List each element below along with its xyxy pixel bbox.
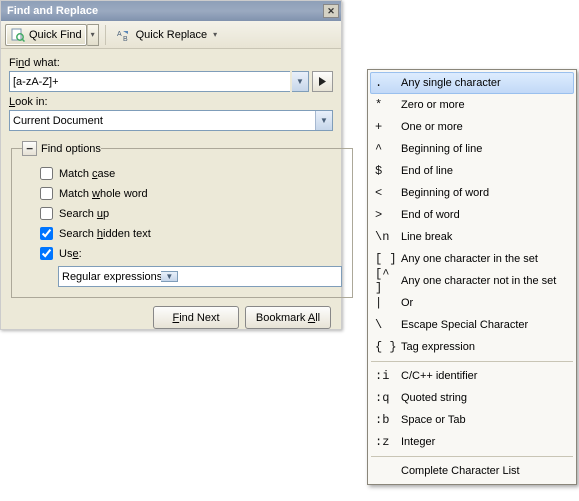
toolbar-separator bbox=[105, 25, 106, 45]
quick-find-label: Quick Find bbox=[29, 29, 82, 41]
use-checkbox[interactable] bbox=[40, 247, 53, 260]
menu-symbol: :q bbox=[375, 391, 401, 405]
quick-find-button[interactable]: Quick Find bbox=[5, 24, 87, 46]
menu-symbol: :i bbox=[375, 369, 401, 383]
bookmark-all-button[interactable]: Bookmark All bbox=[245, 306, 331, 329]
dialog-toolbar: Quick Find ▾ A B Quick Replace ▾ bbox=[1, 21, 341, 49]
look-in-value: Current Document bbox=[13, 115, 103, 127]
menu-item[interactable]: .Any single character bbox=[370, 72, 574, 94]
menu-item[interactable]: $End of line bbox=[370, 160, 574, 182]
menu-symbol: [ ] bbox=[375, 252, 401, 266]
menu-label: Beginning of word bbox=[401, 187, 489, 199]
close-button[interactable]: ✕ bbox=[323, 4, 339, 18]
look-in-label: Look in: bbox=[9, 96, 333, 108]
menu-item[interactable]: :iC/C++ identifier bbox=[370, 365, 574, 387]
menu-symbol: > bbox=[375, 208, 401, 222]
menu-label: Space or Tab bbox=[401, 414, 466, 426]
menu-item[interactable]: \nLine break bbox=[370, 226, 574, 248]
collapse-options-button[interactable]: − bbox=[22, 141, 37, 156]
menu-label: Line break bbox=[401, 231, 452, 243]
match-whole-word-option[interactable]: Match whole word bbox=[40, 185, 342, 202]
search-up-checkbox[interactable] bbox=[40, 207, 53, 220]
menu-label: Any single character bbox=[401, 77, 501, 89]
menu-item[interactable]: :bSpace or Tab bbox=[370, 409, 574, 431]
quick-replace-label: Quick Replace bbox=[136, 29, 208, 41]
menu-item[interactable]: >End of word bbox=[370, 204, 574, 226]
regex-builder-button[interactable] bbox=[312, 71, 333, 92]
chevron-down-icon: ▼ bbox=[161, 271, 178, 282]
menu-label: Beginning of line bbox=[401, 143, 482, 155]
menu-symbol: < bbox=[375, 186, 401, 200]
find-next-button[interactable]: Find Next bbox=[153, 306, 239, 329]
use-mode-select[interactable]: Regular expressions ▼ bbox=[58, 266, 342, 287]
menu-symbol: :b bbox=[375, 413, 401, 427]
menu-item[interactable]: <Beginning of word bbox=[370, 182, 574, 204]
find-what-input[interactable] bbox=[9, 71, 290, 92]
find-replace-dialog: Find and Replace ✕ Quick Find ▾ A B bbox=[0, 0, 342, 330]
menu-item[interactable]: ^Beginning of line bbox=[370, 138, 574, 160]
replace-icon: A B bbox=[117, 27, 133, 43]
menu-label: Or bbox=[401, 297, 413, 309]
menu-symbol: $ bbox=[375, 164, 401, 178]
match-case-checkbox[interactable] bbox=[40, 167, 53, 180]
menu-symbol: \n bbox=[375, 230, 401, 244]
search-up-option[interactable]: Search up bbox=[40, 205, 342, 222]
menu-item[interactable]: |Or bbox=[370, 292, 574, 314]
menu-label: One or more bbox=[401, 121, 463, 133]
quick-find-dropdown[interactable]: ▾ bbox=[87, 24, 99, 46]
menu-label: Zero or more bbox=[401, 99, 465, 111]
menu-item[interactable]: \Escape Special Character bbox=[370, 314, 574, 336]
menu-symbol: . bbox=[375, 76, 401, 90]
menu-item-complete-list[interactable]: Complete Character List bbox=[370, 460, 574, 482]
chevron-down-icon: ▼ bbox=[315, 111, 332, 130]
match-case-option[interactable]: Match case bbox=[40, 165, 342, 182]
menu-symbol: | bbox=[375, 296, 401, 310]
menu-item[interactable]: :zInteger bbox=[370, 431, 574, 453]
search-hidden-checkbox[interactable] bbox=[40, 227, 53, 240]
menu-item[interactable]: [^ ]Any one character not in the set bbox=[370, 270, 574, 292]
menu-symbol: ^ bbox=[375, 142, 401, 156]
menu-label: Any one character in the set bbox=[401, 253, 538, 265]
svg-text:B: B bbox=[123, 36, 128, 42]
chevron-down-icon: ▾ bbox=[213, 30, 217, 39]
svg-text:A: A bbox=[117, 31, 122, 38]
find-what-history-dropdown[interactable]: ▼ bbox=[292, 71, 309, 92]
dialog-title: Find and Replace bbox=[7, 5, 323, 17]
use-option[interactable]: Use: bbox=[40, 245, 342, 262]
search-hidden-option[interactable]: Search hidden text bbox=[40, 225, 342, 242]
title-bar[interactable]: Find and Replace ✕ bbox=[1, 1, 341, 21]
menu-item[interactable]: { }Tag expression bbox=[370, 336, 574, 358]
menu-symbol: { } bbox=[375, 340, 401, 354]
menu-item[interactable]: :qQuoted string bbox=[370, 387, 574, 409]
dialog-body: Find what: ▼ Look in: Current Document ▼… bbox=[1, 49, 341, 337]
look-in-select[interactable]: Current Document ▼ bbox=[9, 110, 333, 131]
menu-separator bbox=[371, 361, 573, 362]
menu-symbol: :z bbox=[375, 435, 401, 449]
menu-label: Escape Special Character bbox=[401, 319, 528, 331]
menu-symbol: \ bbox=[375, 318, 401, 332]
use-mode-value: Regular expressions bbox=[62, 271, 162, 283]
menu-label: Quoted string bbox=[401, 392, 467, 404]
quick-replace-button[interactable]: A B Quick Replace ▾ bbox=[112, 24, 223, 46]
menu-separator bbox=[371, 456, 573, 457]
regex-context-menu: .Any single character*Zero or more+One o… bbox=[367, 69, 577, 485]
match-whole-word-checkbox[interactable] bbox=[40, 187, 53, 200]
menu-item[interactable]: *Zero or more bbox=[370, 94, 574, 116]
menu-item[interactable]: +One or more bbox=[370, 116, 574, 138]
chevron-down-icon: ▾ bbox=[91, 30, 95, 39]
menu-label: Integer bbox=[401, 436, 435, 448]
menu-symbol: * bbox=[375, 98, 401, 112]
menu-label: Any one character not in the set bbox=[401, 275, 556, 287]
find-icon bbox=[10, 27, 26, 43]
menu-label: End of line bbox=[401, 165, 453, 177]
find-options-legend: − Find options bbox=[22, 141, 101, 156]
menu-label: C/C++ identifier bbox=[401, 370, 477, 382]
menu-label: Tag expression bbox=[401, 341, 475, 353]
menu-symbol: + bbox=[375, 120, 401, 134]
menu-label: End of word bbox=[401, 209, 460, 221]
find-options-group: − Find options Match case Match whole wo… bbox=[11, 141, 353, 298]
menu-symbol: [^ ] bbox=[375, 267, 401, 295]
find-what-label: Find what: bbox=[9, 57, 333, 69]
